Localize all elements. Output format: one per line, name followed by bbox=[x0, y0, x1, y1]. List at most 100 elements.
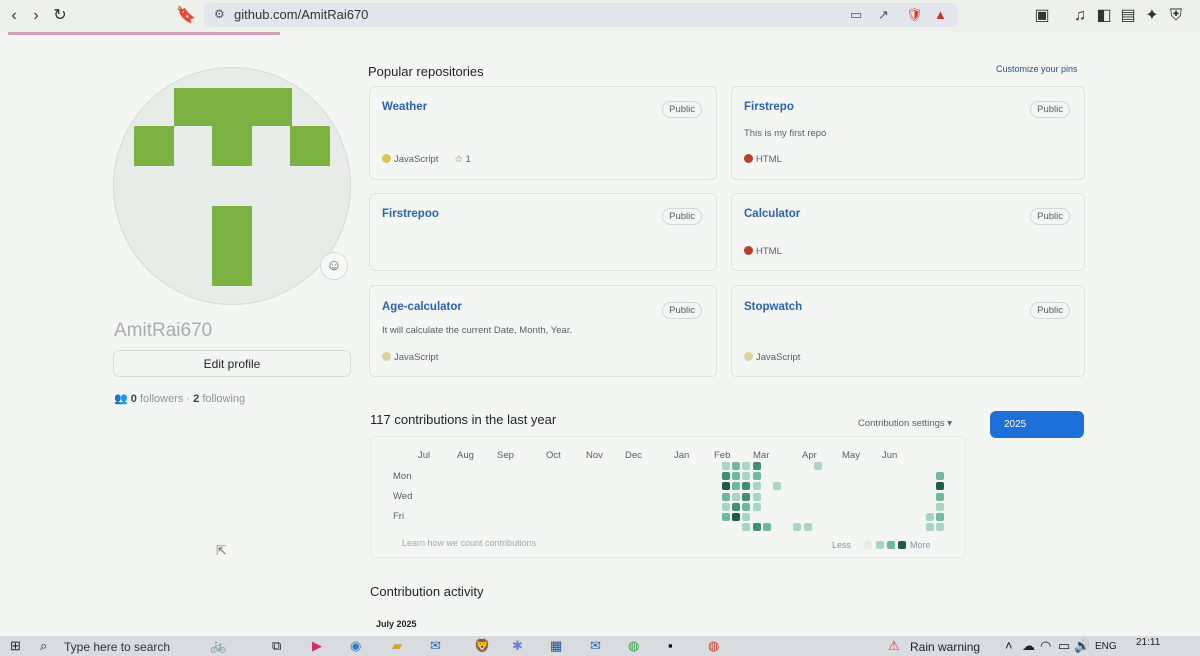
customize-pins-link[interactable]: Customize your pins bbox=[996, 64, 1078, 74]
repo-name[interactable]: Calculator bbox=[744, 208, 800, 220]
repo-name[interactable]: Age-calculator bbox=[382, 301, 462, 313]
file-explorer-icon[interactable]: ▰ bbox=[392, 638, 402, 654]
cast-icon[interactable]: ▭ bbox=[850, 7, 862, 23]
back-icon[interactable]: ‹ bbox=[4, 6, 24, 26]
intellij-icon[interactable]: ▪ bbox=[668, 638, 673, 653]
sidebar-icon[interactable]: ◧ bbox=[1094, 6, 1114, 26]
contribution-day-cell[interactable] bbox=[813, 462, 822, 470]
contribution-day-cell[interactable] bbox=[926, 523, 934, 532]
set-status-icon[interactable]: ☺ bbox=[320, 252, 348, 280]
contribution-day-cell[interactable] bbox=[742, 513, 751, 521]
legend-swatch bbox=[887, 541, 895, 549]
contribution-day-cell[interactable] bbox=[732, 492, 741, 501]
contribution-day-cell[interactable] bbox=[742, 462, 751, 470]
contribution-day-cell[interactable] bbox=[762, 523, 771, 532]
contribution-day-cell[interactable] bbox=[722, 472, 730, 481]
music-icon[interactable]: ♫ bbox=[1070, 6, 1090, 26]
repo-name[interactable]: Weather bbox=[382, 101, 427, 113]
repo-name[interactable]: Stopwatch bbox=[744, 301, 802, 313]
contribution-day-cell[interactable] bbox=[752, 462, 761, 470]
copilot-icon[interactable]: ✱ bbox=[512, 638, 523, 654]
bicycle-icon[interactable]: 🚲 bbox=[210, 638, 226, 654]
battery-icon[interactable]: ▭ bbox=[1058, 638, 1070, 654]
contribution-day-cell[interactable] bbox=[732, 482, 741, 491]
taskbar-search-input[interactable]: Type here to search bbox=[64, 640, 170, 654]
contribution-day-cell[interactable] bbox=[722, 482, 730, 491]
volume-icon[interactable]: 🔊 bbox=[1074, 638, 1090, 654]
bookmark-icon[interactable]: 🔖 bbox=[176, 6, 196, 26]
contribution-day-cell[interactable] bbox=[936, 482, 945, 491]
contribution-day-cell[interactable] bbox=[773, 482, 781, 491]
contribution-day-cell[interactable] bbox=[742, 523, 751, 532]
contribution-day-cell[interactable] bbox=[752, 472, 761, 481]
following-link[interactable]: 2 following bbox=[193, 393, 245, 405]
contribution-day-cell[interactable] bbox=[722, 492, 730, 501]
taskbar-search[interactable]: ⌕ Type here to search bbox=[36, 636, 196, 656]
reload-icon[interactable]: ↻ bbox=[50, 6, 70, 26]
contribution-day-cell[interactable] bbox=[936, 492, 945, 501]
contribution-day-cell[interactable] bbox=[722, 502, 730, 511]
mail-icon[interactable]: ✉ bbox=[590, 638, 601, 654]
repo-card: Weather Public JavaScript ☆ 1 bbox=[369, 86, 717, 180]
media-player-icon[interactable]: ▶ bbox=[312, 638, 322, 654]
contribution-day-cell[interactable] bbox=[732, 472, 741, 481]
contribution-day-cell[interactable] bbox=[742, 472, 751, 481]
contribution-day-cell[interactable] bbox=[732, 462, 741, 470]
contribution-day-cell[interactable] bbox=[752, 492, 761, 501]
contribution-day-cell[interactable] bbox=[936, 502, 945, 511]
site-settings-icon[interactable]: ⚙ bbox=[214, 7, 225, 21]
year-2025-button[interactable]: 2025 bbox=[990, 411, 1084, 438]
outlook-icon[interactable]: ✉ bbox=[430, 638, 441, 654]
contribution-day-cell[interactable] bbox=[936, 513, 945, 521]
contribution-day-cell[interactable] bbox=[803, 523, 812, 532]
edge-icon[interactable]: ◉ bbox=[350, 638, 361, 654]
share-icon[interactable]: ↗ bbox=[878, 7, 889, 23]
tray-chevron-icon[interactable]: ˄ bbox=[1005, 638, 1013, 653]
contribution-day-cell[interactable] bbox=[722, 462, 730, 470]
weather-widget[interactable]: Rain warning bbox=[910, 640, 980, 654]
clock[interactable]: 21:11 bbox=[1136, 637, 1160, 648]
followers-link[interactable]: 0 followers bbox=[131, 393, 184, 405]
learn-contributions-link[interactable]: Learn how we count contributions bbox=[402, 538, 536, 548]
chrome-icon[interactable]: ◍ bbox=[628, 638, 639, 654]
wifi-icon[interactable]: ◠ bbox=[1040, 638, 1051, 654]
contribution-settings-dropdown[interactable]: Contribution settings ▾ bbox=[858, 418, 952, 429]
address-bar[interactable]: ⚙ github.com/AmitRai670 ▭ ↗ 🛡 ▲ bbox=[204, 3, 958, 27]
contribution-day-cell[interactable] bbox=[936, 523, 945, 532]
input-language[interactable]: ENG bbox=[1095, 641, 1117, 652]
brave-shield-icon[interactable]: 🛡 bbox=[906, 7, 923, 23]
contribution-day-cell[interactable] bbox=[732, 502, 741, 511]
contribution-day-cell[interactable] bbox=[752, 482, 761, 491]
onedrive-icon[interactable]: ☁ bbox=[1022, 638, 1035, 654]
contribution-day-cell[interactable] bbox=[936, 472, 945, 481]
activity-month-heading: July 2025 bbox=[376, 619, 417, 629]
visibility-badge: Public bbox=[1030, 208, 1070, 225]
contribution-day-cell[interactable] bbox=[752, 523, 761, 532]
windows-start-icon[interactable]: ⊞ bbox=[10, 638, 21, 654]
forward-icon[interactable]: › bbox=[26, 6, 46, 26]
chrome-dev-icon[interactable]: ◍ bbox=[708, 638, 719, 654]
edit-profile-button[interactable]: Edit profile bbox=[113, 350, 351, 377]
reader-icon[interactable]: ▣ bbox=[1032, 6, 1052, 26]
contribution-day-cell[interactable] bbox=[926, 513, 934, 521]
repo-card: Firstrepoo Public bbox=[369, 193, 717, 271]
vpn-icon[interactable]: ⛨ bbox=[1166, 6, 1186, 26]
repo-name[interactable]: Firstrepo bbox=[744, 101, 794, 113]
contribution-day-cell[interactable] bbox=[742, 502, 751, 511]
wallet-icon[interactable]: ▤ bbox=[1118, 6, 1138, 26]
contribution-day-cell[interactable] bbox=[722, 513, 730, 521]
repo-name[interactable]: Firstrepoo bbox=[382, 208, 439, 220]
rewards-icon[interactable]: ▲ bbox=[934, 7, 947, 22]
tab-indicator bbox=[8, 32, 280, 35]
month-label: Oct bbox=[546, 450, 561, 461]
contribution-day-cell[interactable] bbox=[752, 502, 761, 511]
url-text[interactable]: github.com/AmitRai670 bbox=[234, 7, 368, 22]
contribution-day-cell[interactable] bbox=[732, 513, 741, 521]
leo-icon[interactable]: ✦ bbox=[1142, 6, 1162, 26]
store-icon[interactable]: ▦ bbox=[550, 638, 562, 654]
contribution-day-cell[interactable] bbox=[742, 482, 751, 491]
brave-icon[interactable]: 🦁 bbox=[474, 638, 490, 654]
contribution-day-cell[interactable] bbox=[793, 523, 802, 532]
contribution-day-cell[interactable] bbox=[742, 492, 751, 501]
task-view-icon[interactable]: ⧉ bbox=[272, 638, 281, 654]
